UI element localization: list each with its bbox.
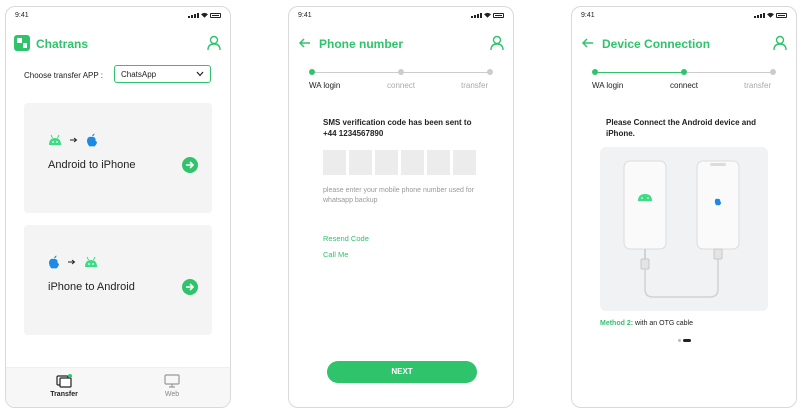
verification-code-input[interactable] [323,150,476,175]
phones-cable-illustration [623,160,740,298]
battery-icon [776,13,787,18]
step-label-transfer: transfer [461,81,489,90]
status-icons [754,12,787,18]
connection-illustration [600,147,768,311]
pager-dot [678,339,681,342]
code-digit-box[interactable] [349,150,372,175]
wifi-icon [484,12,491,18]
pager-dot-active [683,339,691,342]
status-icons [188,12,221,18]
battery-icon [210,13,221,18]
status-bar: 9:41 [572,7,796,25]
next-button[interactable]: NEXT [327,361,477,383]
code-digit-box[interactable] [427,150,450,175]
status-bar: 9:41 [6,7,230,25]
transfer-icon [56,374,72,388]
select-value: ChatsApp [121,70,157,79]
app-header: Device Connection [572,29,796,57]
step-dot-active [309,69,315,75]
iphone-to-android-card[interactable]: iPhone to Android [24,225,212,335]
step-label-wa-login: WA login [309,81,341,90]
app-header: Chatrans [6,29,230,57]
battery-icon [493,13,504,18]
code-digit-box[interactable] [453,150,476,175]
step-label-connect: connect [387,81,416,90]
card-icons [48,133,98,147]
signal-icon [188,13,199,18]
screen-phone-number: 9:41 Phone number WA login connect trans… [288,6,514,408]
hint-text: please enter your mobile phone number us… [323,187,474,204]
stepper-line-done [595,72,684,73]
resend-code-link[interactable]: Resend Code [323,234,369,243]
arrow-right-icon [68,259,76,265]
page-title: Device Connection [602,37,711,51]
card-label: iPhone to Android [48,281,135,293]
status-icons [471,12,504,18]
page-title: Phone number [319,37,404,51]
wifi-icon [201,12,208,18]
tab-transfer-label: Transfer [50,391,78,398]
status-time: 9:41 [15,12,29,19]
step-label-wa-login: WA login [592,81,624,90]
step-dot-active [681,69,687,75]
status-time: 9:41 [581,12,595,19]
call-me-link[interactable]: Call Me [323,250,348,259]
code-digit-box[interactable] [323,150,346,175]
method-label: Method 2: [600,320,634,327]
back-arrow-icon[interactable] [298,36,312,50]
android-to-iphone-card[interactable]: Android to iPhone [24,103,212,213]
method-caption: Method 2: with an OTG cable [600,320,693,327]
status-time: 9:41 [298,12,312,19]
code-digit-box[interactable] [375,150,398,175]
android-icon [85,256,97,267]
method-text: with an OTG cable [633,320,693,327]
user-icon[interactable] [773,35,787,51]
step-label-connect: connect [670,81,699,90]
choose-app-label: Choose transfer APP : [24,71,104,80]
sms-message: SMS verification code has been sent to +… [323,117,471,139]
transfer-app-select[interactable]: ChatsApp [114,65,211,83]
tab-web-label: Web [164,391,180,398]
app-header: Phone number [289,29,513,57]
status-bar: 9:41 [289,7,513,25]
step-dot [770,69,776,75]
screen-home: 9:41 Chatrans Choose transfer APP : Chat… [5,6,231,408]
tab-transfer[interactable]: Transfer [34,374,94,398]
apple-icon [87,133,97,147]
pager-dots [678,339,691,342]
wifi-icon [767,12,774,18]
arrow-circle-right-icon[interactable] [182,279,198,295]
progress-stepper: WA login connect transfer [592,67,776,97]
step-dot [398,69,404,75]
android-icon [49,134,61,145]
signal-icon [471,13,482,18]
connect-instruction: Please Connect the Android device and iP… [606,118,756,138]
back-arrow-icon[interactable] [581,36,595,50]
stepper-line [684,72,773,73]
code-digit-box[interactable] [401,150,424,175]
card-icons [48,255,98,269]
app-title: Chatrans [36,37,89,51]
apple-icon [49,255,59,269]
step-label-transfer: transfer [744,81,772,90]
user-icon[interactable] [490,35,504,51]
progress-stepper: WA login connect transfer [309,67,493,97]
card-label: Android to iPhone [48,159,136,171]
arrow-right-icon [70,137,78,143]
sms-line-1: SMS verification code has been sent to [323,118,472,127]
monitor-icon [164,374,180,388]
chevron-down-icon [196,71,204,77]
tab-web[interactable]: Web [142,374,202,398]
signal-icon [754,13,765,18]
user-icon[interactable] [207,35,221,51]
arrow-circle-right-icon[interactable] [182,157,198,173]
screen-device-connection: 9:41 Device Connection WA login connect … [571,6,797,408]
step-dot [487,69,493,75]
app-logo-icon [14,35,30,51]
bottom-tab-bar: Transfer Web [6,367,230,407]
sms-phone-number: +44 1234567890 [323,129,384,138]
step-dot-done [592,69,598,75]
